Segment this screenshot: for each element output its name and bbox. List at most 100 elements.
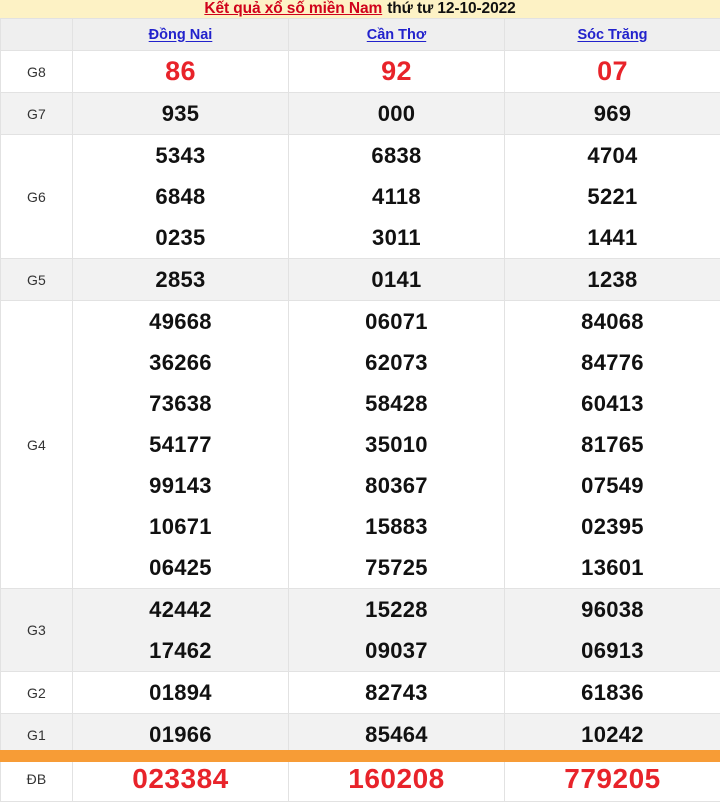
prize-number: 02395 (505, 506, 720, 547)
province-header-3: Sóc Trăng (505, 19, 720, 51)
prize-number: 15228 (289, 589, 504, 630)
prize-number: 81765 (505, 424, 720, 465)
prize-number: 1238 (505, 259, 720, 300)
lottery-results-page: Kết quả xổ số miền Nam thứ tư 12-10-2022… (0, 0, 720, 762)
prize-number: 17462 (73, 630, 288, 671)
table-body: G8869207G7935000969G65343684802356838411… (1, 51, 720, 802)
prize-row-g3: G3424421746215228090379603806913 (1, 589, 720, 672)
prize-label-g7: G7 (1, 93, 73, 135)
prize-value-cell: 683841183011 (289, 135, 505, 259)
prize-number: 96038 (505, 589, 720, 630)
prize-number: 5221 (505, 176, 720, 217)
prize-value-cell: 969 (505, 93, 720, 135)
prize-value-cell: 4244217462 (73, 589, 289, 672)
prize-number: 86 (73, 51, 288, 92)
page-title-banner: Kết quả xổ số miền Nam thứ tư 12-10-2022 (0, 0, 720, 18)
prize-label-g2: G2 (1, 672, 73, 714)
corner-cell (1, 19, 73, 51)
prize-number: 2853 (73, 259, 288, 300)
province-link-soc-trang[interactable]: Sóc Trăng (577, 27, 647, 43)
prize-label-g8: G8 (1, 51, 73, 93)
prize-number: 54177 (73, 424, 288, 465)
prize-number: 160208 (289, 758, 504, 799)
prize-value-cell: 000 (289, 93, 505, 135)
prize-label-g5: G5 (1, 259, 73, 301)
prize-number: 80367 (289, 465, 504, 506)
prize-row-g6: G6534368480235683841183011470452211441 (1, 135, 720, 259)
prize-number: 000 (289, 93, 504, 134)
prize-number: 4118 (289, 176, 504, 217)
prize-number: 023384 (73, 758, 288, 799)
prize-number: 58428 (289, 383, 504, 424)
prize-row-g7: G7935000969 (1, 93, 720, 135)
prize-value-cell: 470452211441 (505, 135, 720, 259)
prize-number: 06425 (73, 547, 288, 588)
prize-number: 1441 (505, 217, 720, 258)
prize-value-cell: 2853 (73, 259, 289, 301)
prize-value-cell: 92 (289, 51, 505, 93)
prize-number: 13601 (505, 547, 720, 588)
prize-number: 07549 (505, 465, 720, 506)
prize-number: 73638 (73, 383, 288, 424)
prize-number: 969 (505, 93, 720, 134)
prize-number: 99143 (73, 465, 288, 506)
prize-number: 3011 (289, 217, 504, 258)
prize-value-cell: 9603806913 (505, 589, 720, 672)
prize-number: 06913 (505, 630, 720, 671)
prize-value-cell: 023384 (73, 756, 289, 802)
province-header-1: Đồng Nai (73, 19, 289, 51)
prize-label-g3: G3 (1, 589, 73, 672)
table-header-row: Đồng Nai Cần Thơ Sóc Trăng (1, 19, 720, 51)
bottom-orange-bar (0, 750, 720, 762)
prize-value-cell: 1522809037 (289, 589, 505, 672)
page-title-main: Kết quả xổ số miền Nam (204, 0, 382, 18)
prize-number: 15883 (289, 506, 504, 547)
prize-row-g5: G5285301411238 (1, 259, 720, 301)
prize-value-cell: 534368480235 (73, 135, 289, 259)
prize-label-g4: G4 (1, 301, 73, 589)
prize-number: 36266 (73, 342, 288, 383)
prize-number: 82743 (289, 672, 504, 713)
prize-number: 92 (289, 51, 504, 92)
prize-value-cell: 61836 (505, 672, 720, 714)
prize-number: 49668 (73, 301, 288, 342)
prize-value-cell: 86 (73, 51, 289, 93)
prize-number: 84068 (505, 301, 720, 342)
prize-number: 42442 (73, 589, 288, 630)
prize-number: 6838 (289, 135, 504, 176)
prize-row-g2: G2018948274361836 (1, 672, 720, 714)
prize-label-đb: ĐB (1, 756, 73, 802)
prize-value-cell: 160208 (289, 756, 505, 802)
prize-number: 0235 (73, 217, 288, 258)
lottery-results-table: Đồng Nai Cần Thơ Sóc Trăng G8869207G7935… (0, 18, 720, 802)
prize-number: 935 (73, 93, 288, 134)
prize-value-cell: 0141 (289, 259, 505, 301)
prize-number: 10242 (505, 714, 720, 755)
prize-value-cell: 07 (505, 51, 720, 93)
province-header-2: Cần Thơ (289, 19, 505, 51)
prize-number: 85464 (289, 714, 504, 755)
prize-row-g8: G8869207 (1, 51, 720, 93)
province-link-dong-nai[interactable]: Đồng Nai (149, 27, 213, 43)
prize-row-g4: G449668362667363854177991431067106425060… (1, 301, 720, 589)
prize-value-cell: 06071620735842835010803671588375725 (289, 301, 505, 589)
prize-number: 60413 (505, 383, 720, 424)
prize-value-cell: 1238 (505, 259, 720, 301)
prize-number: 4704 (505, 135, 720, 176)
prize-value-cell: 779205 (505, 756, 720, 802)
prize-value-cell: 84068847766041381765075490239513601 (505, 301, 720, 589)
province-link-can-tho[interactable]: Cần Thơ (367, 27, 426, 43)
prize-value-cell: 82743 (289, 672, 505, 714)
prize-number: 62073 (289, 342, 504, 383)
prize-number: 09037 (289, 630, 504, 671)
prize-value-cell: 01894 (73, 672, 289, 714)
prize-label-g6: G6 (1, 135, 73, 259)
page-title-date: thứ tư 12-10-2022 (387, 0, 515, 18)
prize-value-cell: 49668362667363854177991431067106425 (73, 301, 289, 589)
prize-number: 0141 (289, 259, 504, 300)
prize-number: 84776 (505, 342, 720, 383)
prize-number: 75725 (289, 547, 504, 588)
prize-number: 5343 (73, 135, 288, 176)
prize-number: 6848 (73, 176, 288, 217)
prize-number: 01966 (73, 714, 288, 755)
